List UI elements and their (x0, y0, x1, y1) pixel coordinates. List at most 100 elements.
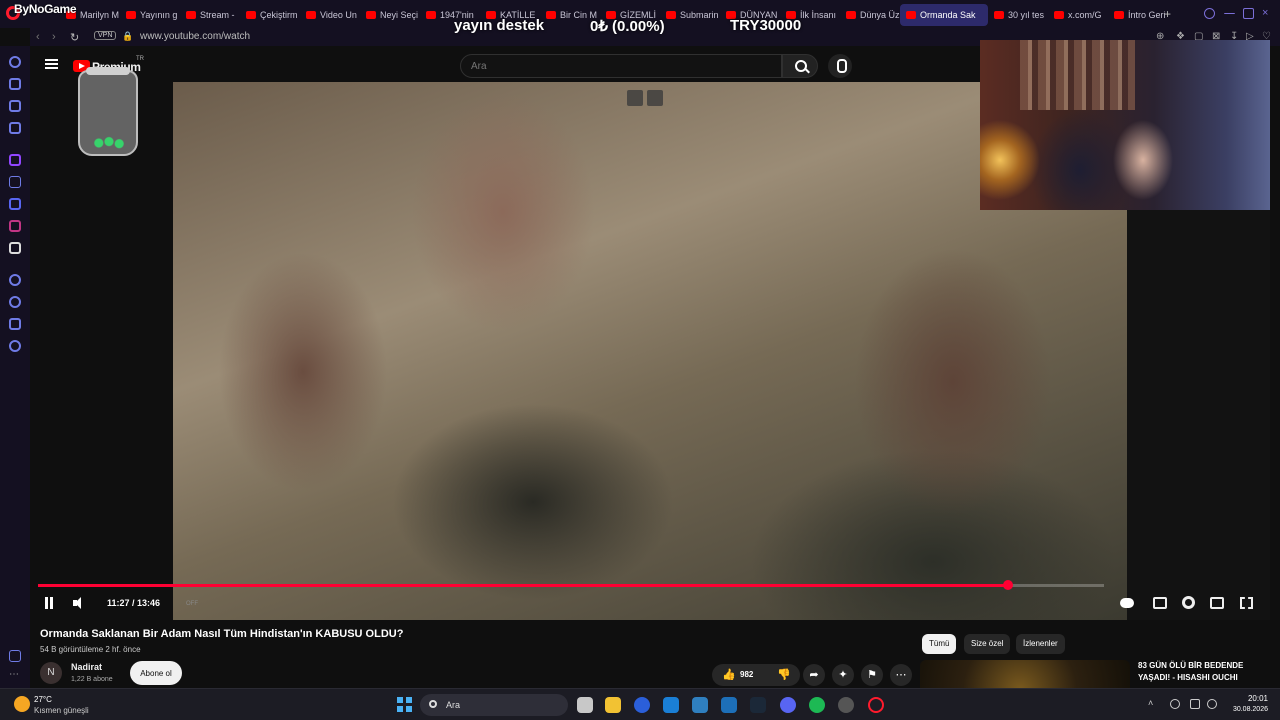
taskbar-search[interactable]: Ara (420, 694, 568, 716)
share-icon[interactable]: ➦ (803, 664, 825, 686)
browser-tab[interactable]: 30 yıl tes (988, 4, 1048, 26)
spotify-icon[interactable] (809, 697, 825, 713)
weather-desc[interactable]: Kısmen güneşli (34, 706, 89, 715)
dislike-icon[interactable]: 👎 (777, 668, 791, 681)
settings-icon[interactable] (9, 340, 21, 352)
weather-icon[interactable] (14, 696, 30, 712)
more-actions-icon[interactable]: ⋯ (890, 664, 912, 686)
browser-tab[interactable]: Dünya Üz (840, 4, 900, 26)
save-icon[interactable]: ⚑ (861, 664, 883, 686)
file-explorer-icon[interactable] (605, 697, 621, 713)
start-button[interactable] (397, 697, 412, 712)
like-count[interactable]: 982 (740, 670, 753, 679)
history-icon[interactable] (9, 296, 21, 308)
tray-chevron-icon[interactable]: ˄ (1148, 699, 1158, 709)
close-icon[interactable]: × (1262, 8, 1273, 19)
task-view-icon[interactable] (577, 697, 593, 713)
skip-icon[interactable] (647, 90, 663, 106)
donation-goal: TRY30000 (730, 17, 802, 34)
browser-tab[interactable]: Submarin (660, 4, 720, 26)
app-icon-gray[interactable] (838, 697, 854, 713)
discord-icon[interactable] (9, 198, 21, 210)
percent-icon[interactable] (9, 176, 21, 188)
instagram-icon[interactable] (9, 220, 21, 232)
search-input[interactable] (460, 54, 782, 78)
channel-avatar[interactable]: N (40, 662, 62, 684)
back-icon[interactable]: ‹ (36, 31, 40, 43)
filter-chip[interactable]: Size özel (964, 634, 1011, 654)
steam-icon[interactable] (750, 697, 766, 713)
aria-icon[interactable] (9, 56, 21, 68)
subscribe-button[interactable]: Abone ol (130, 661, 182, 685)
browser-tab[interactable]: Çekiştirm (240, 4, 300, 26)
new-tab-button[interactable]: + (1164, 7, 1171, 21)
outlook-icon[interactable] (663, 697, 679, 713)
progress-scrubber[interactable] (1003, 580, 1014, 590)
ask-icon[interactable]: ✦ (832, 664, 854, 686)
facecam-wall (1020, 40, 1135, 110)
settings-gear-icon[interactable] (1182, 596, 1195, 609)
url-field[interactable]: www.youtube.com/watch (140, 31, 250, 42)
fullscreen-icon[interactable] (1240, 597, 1253, 609)
app-icon-blue[interactable] (634, 697, 650, 713)
theater-mode-icon[interactable] (1210, 597, 1224, 609)
pause-button[interactable] (43, 597, 55, 609)
forward-icon[interactable]: › (52, 31, 56, 43)
vpn-badge[interactable]: VPN (94, 31, 117, 40)
player-icon[interactable] (9, 274, 21, 286)
opera-gx-icon[interactable] (868, 697, 884, 713)
search-button[interactable] (782, 54, 818, 78)
tab-favicon-icon (994, 11, 1004, 19)
pip-icon[interactable] (627, 90, 643, 106)
captions-icon[interactable]: OFF (176, 597, 198, 607)
taskbar: 27°C Kısmen güneşli Ara ˄ 20:01 30.08.20… (0, 688, 1280, 720)
chat-icon[interactable] (9, 78, 21, 90)
network-icon[interactable] (1190, 699, 1200, 709)
browser-tab[interactable]: İntro Geri (1108, 4, 1168, 26)
twitch-icon[interactable] (9, 154, 21, 166)
maximize-icon[interactable] (1243, 8, 1254, 19)
tab-favicon-icon (426, 11, 436, 19)
subtitles-icon[interactable] (1153, 597, 1167, 609)
more-icon[interactable]: ⋯ (9, 670, 21, 684)
reload-icon[interactable]: ↻ (70, 31, 79, 44)
store-icon[interactable] (721, 697, 737, 713)
browser-tab[interactable]: Neyi Seçi (360, 4, 420, 26)
video-meta: 54 B görüntüleme 2 hf. önce (40, 645, 141, 654)
volume-icon[interactable] (73, 597, 89, 609)
clock-date[interactable]: 30.08.2026 (1224, 706, 1268, 713)
recommendation-title[interactable]: 83 GÜN ÖLÜ BİR BEDENDE YAŞADI! - HISASHI… (1138, 660, 1270, 684)
discord-taskbar-icon[interactable] (780, 697, 796, 713)
mic-icon[interactable] (1170, 699, 1180, 709)
minimize-icon[interactable] (1224, 13, 1235, 15)
x-icon[interactable] (9, 242, 21, 254)
clock-time[interactable]: 20:01 (1236, 694, 1268, 703)
gx-icon[interactable] (9, 650, 21, 662)
donation-jar (78, 67, 138, 156)
app-icon-chart[interactable] (692, 697, 708, 713)
search-tabs-icon[interactable] (1204, 8, 1215, 19)
menu-icon[interactable] (45, 59, 58, 69)
voice-search-button[interactable] (828, 54, 852, 78)
extensions-icon[interactable] (9, 318, 21, 330)
weather-temp[interactable]: 27°C (34, 695, 52, 704)
tab-favicon-icon (666, 11, 676, 19)
messenger-icon[interactable] (9, 122, 21, 134)
browser-tab[interactable]: Ormanda Sak (900, 4, 988, 26)
volume-tray-icon[interactable] (1207, 699, 1217, 709)
like-icon[interactable]: 👍 (722, 668, 736, 681)
gaming-icon[interactable] (9, 100, 21, 112)
lock-icon[interactable]: 🔒 (122, 31, 133, 42)
recommendation-thumbnail[interactable] (920, 660, 1130, 688)
filter-chip[interactable]: Tümü (922, 634, 957, 654)
autoplay-toggle[interactable] (1120, 598, 1134, 608)
browser-tab[interactable]: Stream - (180, 4, 240, 26)
browser-tab[interactable]: x.com/G (1048, 4, 1108, 26)
browser-tab[interactable]: Video Un (300, 4, 360, 26)
browser-tab[interactable]: Yayının g (120, 4, 180, 26)
channel-name[interactable]: Nadirat (71, 662, 102, 672)
tab-label: Dünya Üz (860, 10, 900, 20)
secondary-column (1127, 210, 1270, 620)
progress-bar[interactable] (38, 580, 1104, 590)
filter-chip[interactable]: İzlenenler (1016, 634, 1065, 654)
